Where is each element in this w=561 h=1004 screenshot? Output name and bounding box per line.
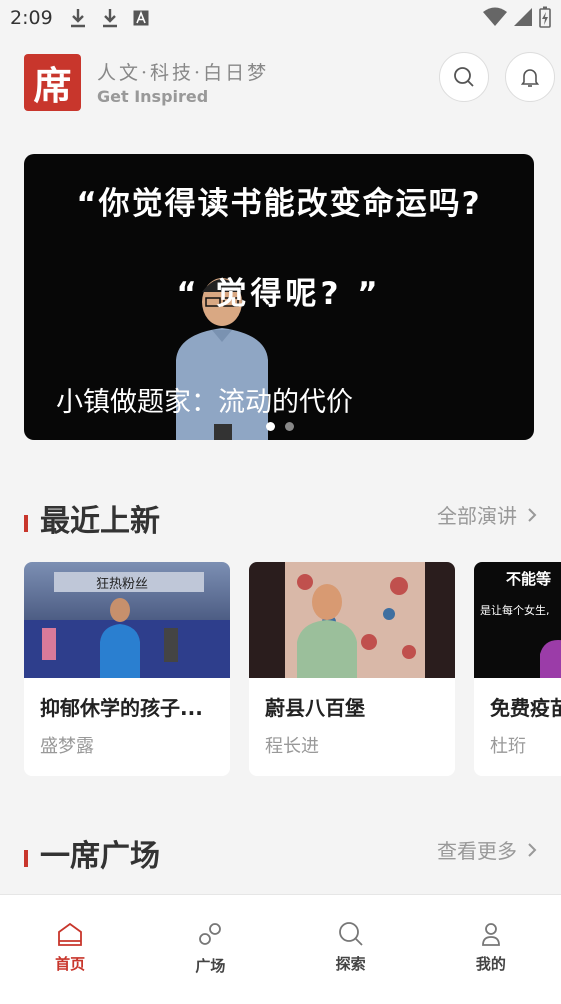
app-header: 席 人文·科技·白日梦 Get Inspired	[24, 52, 555, 112]
link-icon	[199, 923, 222, 945]
plaza-section-header: 一席广场 查看更多	[24, 831, 537, 874]
carousel-dot[interactable]	[285, 422, 294, 431]
thumbnail-overlay-text: 不能等	[506, 570, 552, 588]
bell-icon	[520, 69, 540, 87]
bottom-navigation: 首页 广场 探索 我的	[0, 894, 561, 1004]
section-accent-bar	[24, 515, 28, 532]
talk-title: 免费疫苗	[490, 696, 561, 720]
download-icon	[102, 9, 117, 28]
talk-title: 蔚县八百堡	[265, 696, 365, 720]
app-logo: 席	[24, 54, 81, 111]
banner-quote-line1: “你觉得读书能改变命运吗?	[76, 186, 482, 222]
talk-thumbnail: 狂热粉丝	[24, 562, 230, 678]
battery-charging-icon	[539, 6, 551, 28]
recent-talks-carousel[interactable]: 狂热粉丝 抑郁休学的孩子... 盛梦露 蔚县八百堡 程长进 不能等 是让每个女生…	[24, 562, 561, 776]
talk-speaker: 程长进	[265, 736, 319, 757]
slogan-chinese: 人文·科技·白日梦	[97, 62, 270, 84]
notification-button[interactable]	[505, 52, 555, 102]
logo-char: 席	[33, 63, 72, 108]
status-bar: 2:09	[0, 0, 561, 36]
chevron-right-icon	[528, 842, 537, 857]
search-icon	[454, 67, 474, 87]
more-label: 全部演讲	[437, 504, 517, 528]
user-icon	[481, 923, 500, 946]
thumbnail-overlay-subtext: 是让每个女生,	[480, 604, 550, 617]
nav-profile[interactable]: 我的	[421, 895, 561, 1004]
wifi-icon	[483, 7, 507, 26]
nav-label: 我的	[475, 955, 506, 973]
status-time: 2:09	[10, 7, 53, 29]
nav-home[interactable]: 首页	[0, 895, 140, 1004]
featured-banner[interactable]: “你觉得读书能改变命运吗? “ 觉得呢? ” 小镇做题家：流动的代价	[24, 154, 534, 440]
section-title: 一席广场	[40, 839, 160, 874]
chevron-right-icon	[528, 507, 537, 522]
signal-icon	[514, 8, 532, 26]
slogan-english: Get Inspired	[97, 87, 209, 106]
nav-label: 首页	[55, 955, 86, 973]
talk-title: 抑郁休学的孩子...	[40, 696, 203, 720]
nav-explore[interactable]: 探索	[281, 895, 421, 1004]
talk-card[interactable]: 狂热粉丝 抑郁休学的孩子... 盛梦露	[24, 562, 230, 776]
section-title: 最近上新	[40, 504, 160, 539]
thumbnail-overlay-text: 狂热粉丝	[96, 577, 149, 592]
talk-speaker: 杜珩	[490, 736, 526, 757]
banner-caption: 小镇做题家：流动的代价	[56, 387, 353, 418]
banner-quote-line2: “ 觉得呢? ”	[176, 276, 382, 312]
explore-icon	[338, 922, 363, 946]
download-icon	[70, 9, 85, 28]
search-button[interactable]	[439, 52, 489, 102]
talk-card[interactable]: 不能等 是让每个女生, 免费疫苗 杜珩	[474, 562, 561, 776]
all-talks-link[interactable]: 全部演讲	[437, 500, 537, 529]
keyboard-a-icon	[133, 10, 149, 26]
nav-label: 广场	[195, 957, 226, 975]
more-label: 查看更多	[437, 839, 517, 863]
home-icon	[58, 922, 83, 946]
see-more-link[interactable]: 查看更多	[437, 835, 537, 864]
carousel-dots	[266, 422, 294, 431]
recent-section-header: 最近上新 全部演讲	[24, 496, 537, 539]
talk-thumbnail	[249, 562, 455, 678]
talk-thumbnail: 不能等 是让每个女生,	[474, 562, 561, 678]
nav-plaza[interactable]: 广场	[140, 895, 280, 1004]
nav-label: 探索	[335, 955, 366, 973]
carousel-dot-active[interactable]	[266, 422, 275, 431]
talk-speaker: 盛梦露	[40, 736, 94, 757]
talk-card[interactable]: 蔚县八百堡 程长进	[249, 562, 455, 776]
section-accent-bar	[24, 850, 28, 867]
